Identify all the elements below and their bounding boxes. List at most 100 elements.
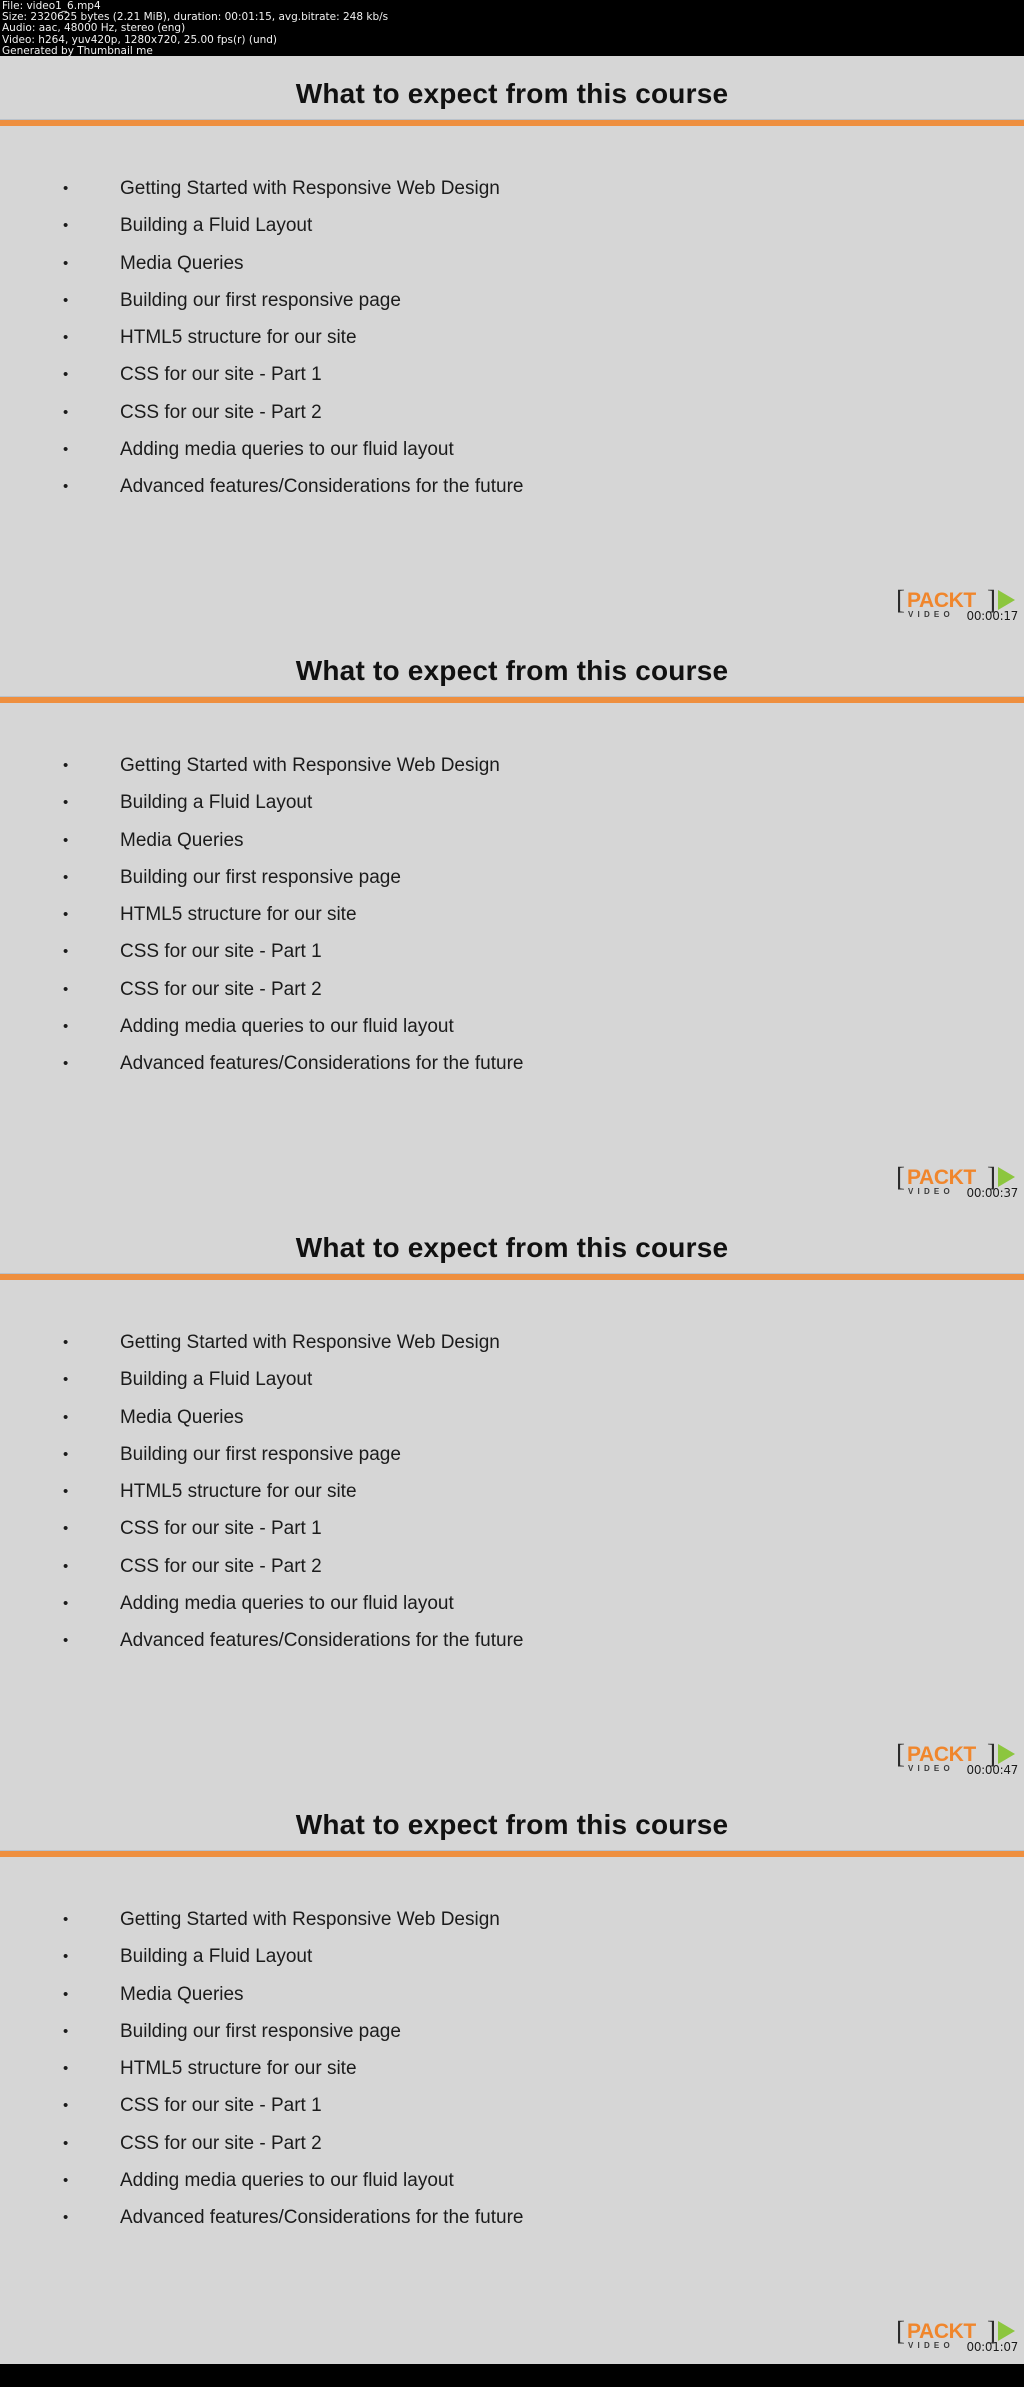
- slide-bullet-text: Media Queries: [120, 1406, 244, 1428]
- slide-bullet-item: • HTML5 structure for our site: [0, 1473, 1024, 1510]
- slide-bullet-item: • Advanced features/Considerations for th…: [0, 1622, 1024, 1659]
- left-bracket-icon: [: [896, 585, 905, 615]
- slide-bullet-text: CSS for our site - Part 1: [120, 2095, 322, 2117]
- bullet-point-icon: •: [63, 1911, 69, 1928]
- bullet-point-icon: •: [63, 2097, 69, 2115]
- slide-bullet-item: • Media Queries: [0, 822, 1024, 859]
- slide-bullet-item: • Getting Started with Responsive Web Des…: [0, 747, 1024, 784]
- bullet-point-icon: •: [63, 217, 69, 235]
- slide-bullet-item: • CSS for our site - Part 1: [0, 1510, 1024, 1547]
- video-frame-thumbnail[interactable]: What to expect from this course • Getting …: [0, 56, 1024, 633]
- slide-bullet-item: • HTML5 structure for our site: [0, 319, 1024, 356]
- bullet-point-icon: •: [63, 1018, 69, 1036]
- slide-bullet-item: • Media Queries: [0, 1976, 1024, 2013]
- slide-bullet-text: Getting Started with Responsive Web Desi…: [120, 1909, 500, 1930]
- slide-title: What to expect from this course: [295, 1809, 729, 1840]
- title-orange-divider: [0, 697, 1024, 703]
- slide-bullet-item: • Building a Fluid Layout: [0, 1938, 1024, 1975]
- play-triangle-icon: [998, 590, 1015, 610]
- slide-bullet-list: • Getting Started with Responsive Web Des…: [0, 1324, 1024, 1660]
- video-metadata-header: File: video1_6.mp4 Size: 2320625 bytes (…: [0, 0, 1024, 56]
- slide-bullet-text: HTML5 structure for our site: [120, 904, 357, 926]
- slide-bullet-item: • CSS for our site - Part 2: [0, 971, 1024, 1008]
- bullet-point-icon: •: [63, 366, 69, 384]
- left-bracket-icon: [: [896, 2316, 905, 2346]
- packt-video-watermark: [PACKT] VIDEO 00:00:47: [894, 1741, 1018, 1779]
- slide-bullet-text: Media Queries: [120, 1983, 244, 2005]
- slide-bullet-text: Building a Fluid Layout: [120, 792, 313, 814]
- slide-bullet-text: Adding media queries to our fluid layout: [120, 2170, 454, 2192]
- title-orange-divider: [0, 1851, 1024, 1857]
- slide-bullet-item: • HTML5 structure for our site: [0, 2050, 1024, 2087]
- slide-bullet-text: Adding media queries to our fluid layout: [120, 1593, 454, 1615]
- frame-timestamp: 00:00:37: [966, 1186, 1019, 1200]
- bullet-point-icon: •: [63, 757, 69, 774]
- bullet-point-icon: •: [63, 2209, 69, 2227]
- presentation-slide: What to expect from this course • Getting …: [0, 1787, 1024, 2364]
- slide-bullet-text: Building a Fluid Layout: [120, 1946, 313, 1968]
- slide-bullet-text: Building our first responsive page: [120, 2020, 401, 2042]
- bullet-point-icon: •: [63, 180, 69, 197]
- slide-bullet-item: • Building our first responsive page: [0, 1436, 1024, 1473]
- video-frame-thumbnail[interactable]: What to expect from this course • Getting …: [0, 1210, 1024, 1787]
- presentation-slide: What to expect from this course • Getting …: [0, 633, 1024, 1210]
- bullet-point-icon: •: [63, 2172, 69, 2190]
- slide-bullet-item: • Adding media queries to our fluid layou…: [0, 1008, 1024, 1045]
- video-frame-thumbnail[interactable]: What to expect from this course • Getting …: [0, 1787, 1024, 2364]
- slide-bullet-text: Building a Fluid Layout: [120, 215, 313, 237]
- thumbnail-contact-sheet: What to expect from this course • Getting …: [0, 56, 1024, 2364]
- slide-bullet-list: • Getting Started with Responsive Web Des…: [0, 747, 1024, 1083]
- slide-bullet-text: CSS for our site - Part 2: [120, 978, 322, 1000]
- slide-bullet-text: Media Queries: [120, 829, 244, 851]
- slide-bullet-item: • Advanced features/Considerations for th…: [0, 2199, 1024, 2236]
- bullet-point-icon: •: [63, 1408, 69, 1426]
- frame-timestamp: 00:01:07: [966, 2340, 1019, 2354]
- video-frame-thumbnail[interactable]: What to expect from this course • Getting …: [0, 633, 1024, 1210]
- slide-bullet-text: HTML5 structure for our site: [120, 2058, 357, 2080]
- packt-video-watermark: [PACKT] VIDEO 00:00:37: [894, 1164, 1018, 1202]
- slide-bullet-text: Adding media queries to our fluid layout: [120, 439, 454, 461]
- bullet-point-icon: •: [63, 2060, 69, 2078]
- slide-bullet-item: • Advanced features/Considerations for th…: [0, 1045, 1024, 1082]
- metadata-line-video: Video: h264, yuv420p, 1280x720, 25.00 fp…: [2, 33, 278, 46]
- slide-bullet-item: • Getting Started with Responsive Web Des…: [0, 1324, 1024, 1361]
- slide-bullet-text: CSS for our site - Part 1: [120, 364, 322, 386]
- slide-bullet-text: HTML5 structure for our site: [120, 1481, 357, 1503]
- slide-bullet-item: • Building our first responsive page: [0, 282, 1024, 319]
- bullet-point-icon: •: [63, 831, 69, 849]
- slide-bullet-item: • CSS for our site - Part 1: [0, 356, 1024, 393]
- slide-bullet-text: Building our first responsive page: [120, 866, 401, 888]
- bullet-point-icon: •: [63, 291, 69, 309]
- bullet-point-icon: •: [63, 441, 69, 459]
- left-bracket-icon: [: [896, 1739, 905, 1769]
- slide-bullet-text: Adding media queries to our fluid layout: [120, 1016, 454, 1038]
- slide-bullet-text: CSS for our site - Part 1: [120, 1518, 322, 1540]
- slide-bullet-text: CSS for our site - Part 2: [120, 2132, 322, 2154]
- slide-bullet-list: • Getting Started with Responsive Web Des…: [0, 170, 1024, 506]
- slide-bullet-item: • HTML5 structure for our site: [0, 896, 1024, 933]
- left-bracket-icon: [: [896, 1162, 905, 1192]
- video-subtitle: VIDEO: [908, 1187, 954, 1196]
- slide-title: What to expect from this course: [295, 655, 729, 686]
- bullet-point-icon: •: [63, 1632, 69, 1650]
- frame-timestamp: 00:00:47: [966, 1763, 1019, 1777]
- slide-bullet-text: Getting Started with Responsive Web Desi…: [120, 1332, 500, 1353]
- slide-bullet-list: • Getting Started with Responsive Web Des…: [0, 1901, 1024, 2237]
- slide-bullet-item: • CSS for our site - Part 1: [0, 933, 1024, 970]
- bullet-point-icon: •: [63, 478, 69, 496]
- bullet-point-icon: •: [63, 1483, 69, 1501]
- video-subtitle: VIDEO: [908, 2341, 954, 2350]
- packt-video-watermark: [PACKT] VIDEO 00:00:17: [894, 587, 1018, 625]
- bullet-point-icon: •: [63, 943, 69, 961]
- slide-bullet-item: • Building a Fluid Layout: [0, 207, 1024, 244]
- bullet-point-icon: •: [63, 329, 69, 347]
- slide-bullet-text: Media Queries: [120, 252, 244, 274]
- bullet-point-icon: •: [63, 2134, 69, 2152]
- bullet-point-icon: •: [63, 1520, 69, 1538]
- bullet-point-icon: •: [63, 254, 69, 272]
- slide-bullet-text: CSS for our site - Part 2: [120, 1555, 322, 1577]
- play-triangle-icon: [998, 1744, 1015, 1764]
- bullet-point-icon: •: [63, 868, 69, 886]
- slide-bullet-text: Advanced features/Considerations for the…: [120, 2207, 524, 2229]
- slide-bullet-item: • Adding media queries to our fluid layou…: [0, 431, 1024, 468]
